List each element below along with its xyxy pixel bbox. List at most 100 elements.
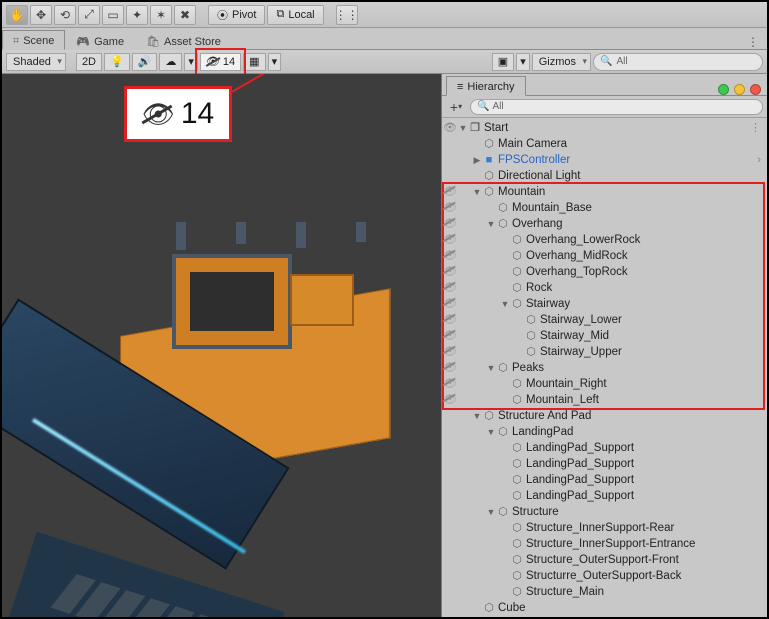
- game-tab-icon: 🎮: [76, 35, 90, 48]
- hierarchy-item[interactable]: ▼⬡Structure: [442, 504, 767, 520]
- hierarchy-tree[interactable]: 👁▼❐Start⋮⬡Main Camera▶■FPSController›⬡Di…: [442, 118, 767, 617]
- expand-toggle[interactable]: ▼: [486, 216, 496, 232]
- scene-search-input[interactable]: 🔍All: [593, 53, 763, 71]
- hierarchy-item[interactable]: 👁⬡Stairway_Mid: [442, 328, 767, 344]
- visibility-toggle[interactable]: 👁: [442, 184, 458, 200]
- visibility-toggle[interactable]: 👁: [442, 232, 458, 248]
- hierarchy-item[interactable]: 👁⬡Overhang_MidRock: [442, 248, 767, 264]
- hierarchy-item[interactable]: ⬡Cube: [442, 600, 767, 616]
- local-toggle-button[interactable]: ⧉Local: [267, 5, 323, 25]
- camera-button[interactable]: ▣: [492, 53, 514, 71]
- expand-toggle[interactable]: ▼: [486, 504, 496, 520]
- visibility-toggle[interactable]: 👁: [442, 216, 458, 232]
- hierarchy-item[interactable]: ⬡Directional Light: [442, 168, 767, 184]
- hidden-objects-badge[interactable]: 👁 14: [200, 53, 241, 71]
- hierarchy-item[interactable]: ⬡Structurre_OuterSupport-Back: [442, 568, 767, 584]
- expand-toggle[interactable]: ▼: [472, 408, 482, 424]
- tab-asset-store[interactable]: 🛍Asset Store: [135, 30, 232, 50]
- hierarchy-item[interactable]: 👁▼❐Start⋮: [442, 120, 767, 136]
- hierarchy-item[interactable]: 👁▼⬡Overhang: [442, 216, 767, 232]
- visibility-toggle[interactable]: 👁: [442, 264, 458, 280]
- hierarchy-item[interactable]: ⬡LandingPad_Support: [442, 456, 767, 472]
- tools-button[interactable]: ✖: [174, 5, 196, 25]
- toggle-2d-button[interactable]: 2D: [76, 53, 102, 71]
- hierarchy-item[interactable]: 👁⬡Overhang_LowerRock: [442, 232, 767, 248]
- visibility-toggle[interactable]: 👁: [442, 312, 458, 328]
- visibility-toggle[interactable]: 👁: [442, 120, 458, 136]
- expand-toggle[interactable]: ▼: [458, 120, 468, 136]
- visibility-toggle[interactable]: 👁: [442, 280, 458, 296]
- tab-overflow-button[interactable]: ⋮: [739, 35, 767, 49]
- expand-toggle[interactable]: ▼: [486, 424, 496, 440]
- hierarchy-item[interactable]: 👁▼⬡Stairway: [442, 296, 767, 312]
- tab-scene[interactable]: ⌗Scene: [2, 30, 65, 50]
- expand-toggle[interactable]: ▼: [472, 184, 482, 200]
- visibility-toggle[interactable]: 👁: [442, 344, 458, 360]
- custom-tools-button[interactable]: ✶: [150, 5, 172, 25]
- rect-tool-button[interactable]: ▭: [102, 5, 124, 25]
- grid-button[interactable]: ▦: [243, 53, 265, 71]
- toggle-audio-button[interactable]: 🔊: [132, 53, 158, 71]
- toggle-lighting-button[interactable]: 💡: [104, 53, 130, 71]
- expand-toggle[interactable]: ▶: [472, 152, 482, 168]
- visibility-toggle[interactable]: 👁: [442, 376, 458, 392]
- item-menu-button[interactable]: ⋮: [750, 120, 767, 136]
- snap-button[interactable]: ⋮⋮: [336, 5, 358, 25]
- hierarchy-item-label: Overhang_TopRock: [524, 264, 628, 280]
- visibility-toggle[interactable]: 👁: [442, 392, 458, 408]
- hierarchy-item[interactable]: ⬡Main Camera: [442, 136, 767, 152]
- hierarchy-item[interactable]: 👁⬡Mountain_Base: [442, 200, 767, 216]
- expand-toggle[interactable]: ▼: [486, 360, 496, 376]
- hierarchy-item[interactable]: 👁▼⬡Peaks: [442, 360, 767, 376]
- hierarchy-item[interactable]: ⬡Structure_OuterSupport-Front: [442, 552, 767, 568]
- scene-viewport[interactable]: 👁 14: [2, 74, 441, 617]
- hierarchy-item[interactable]: ⬡LandingPad_Support: [442, 472, 767, 488]
- transform-tool-button[interactable]: ✦: [126, 5, 148, 25]
- gameobject-icon: ⬡: [510, 280, 524, 296]
- hierarchy-item-label: Structurre_OuterSupport-Back: [524, 568, 681, 584]
- hierarchy-item[interactable]: 👁⬡Overhang_TopRock: [442, 264, 767, 280]
- visibility-toggle[interactable]: 👁: [442, 296, 458, 312]
- hierarchy-item[interactable]: 👁⬡Rock: [442, 280, 767, 296]
- hierarchy-item[interactable]: ⬡Structure_Main: [442, 584, 767, 600]
- window-min-button[interactable]: [718, 84, 729, 95]
- hand-tool-button[interactable]: ✋: [6, 5, 28, 25]
- hierarchy-item[interactable]: ▶■FPSController›: [442, 152, 767, 168]
- hierarchy-item[interactable]: 👁▼⬡Mountain: [442, 184, 767, 200]
- gameobject-icon: ⬡: [510, 552, 524, 568]
- window-max-button[interactable]: [734, 84, 745, 95]
- scale-tool-button[interactable]: ⤢: [78, 5, 100, 25]
- hierarchy-item[interactable]: 👁⬡Stairway_Upper: [442, 344, 767, 360]
- hierarchy-item[interactable]: ⬡LandingPad_Support: [442, 440, 767, 456]
- hierarchy-item[interactable]: 👁⬡Mountain_Right: [442, 376, 767, 392]
- hierarchy-item[interactable]: ⬡Structure_InnerSupport-Entrance: [442, 536, 767, 552]
- hierarchy-item[interactable]: 👁⬡Stairway_Lower: [442, 312, 767, 328]
- grid-dropdown-button[interactable]: ▾: [268, 53, 282, 71]
- hierarchy-item[interactable]: ▼⬡LandingPad: [442, 424, 767, 440]
- gameobject-icon: ⬡: [510, 488, 524, 504]
- toggle-fx-button[interactable]: ☁: [159, 53, 182, 71]
- camera-dropdown-button[interactable]: ▾: [516, 53, 530, 71]
- pivot-toggle-button[interactable]: ⦿Pivot: [208, 5, 265, 25]
- hierarchy-item[interactable]: ⬡Structure_InnerSupport-Rear: [442, 520, 767, 536]
- hierarchy-item[interactable]: ▼⬡Structure And Pad: [442, 408, 767, 424]
- move-tool-button[interactable]: ✥: [30, 5, 52, 25]
- hierarchy-item[interactable]: 👁⬡Mountain_Left: [442, 392, 767, 408]
- create-menu-button[interactable]: +▾: [446, 99, 466, 115]
- visibility-toggle[interactable]: 👁: [442, 200, 458, 216]
- visibility-toggle[interactable]: 👁: [442, 328, 458, 344]
- tab-hierarchy[interactable]: ≡Hierarchy: [446, 76, 526, 96]
- fx-dropdown-button[interactable]: ▾: [184, 53, 198, 71]
- gizmos-dropdown[interactable]: Gizmos: [532, 53, 591, 71]
- hierarchy-search-input[interactable]: 🔍All: [470, 99, 763, 115]
- visibility-toggle[interactable]: 👁: [442, 360, 458, 376]
- shading-mode-dropdown[interactable]: Shaded: [6, 53, 66, 71]
- tab-game[interactable]: 🎮Game: [65, 30, 135, 50]
- visibility-toggle[interactable]: 👁: [442, 248, 458, 264]
- rotate-tool-button[interactable]: ⟲: [54, 5, 76, 25]
- expand-toggle[interactable]: ▼: [500, 296, 510, 312]
- hierarchy-item-label: Stairway_Mid: [538, 328, 609, 344]
- hierarchy-item[interactable]: ⬡LandingPad_Support: [442, 488, 767, 504]
- gameobject-icon: ⬡: [510, 536, 524, 552]
- window-close-button[interactable]: [750, 84, 761, 95]
